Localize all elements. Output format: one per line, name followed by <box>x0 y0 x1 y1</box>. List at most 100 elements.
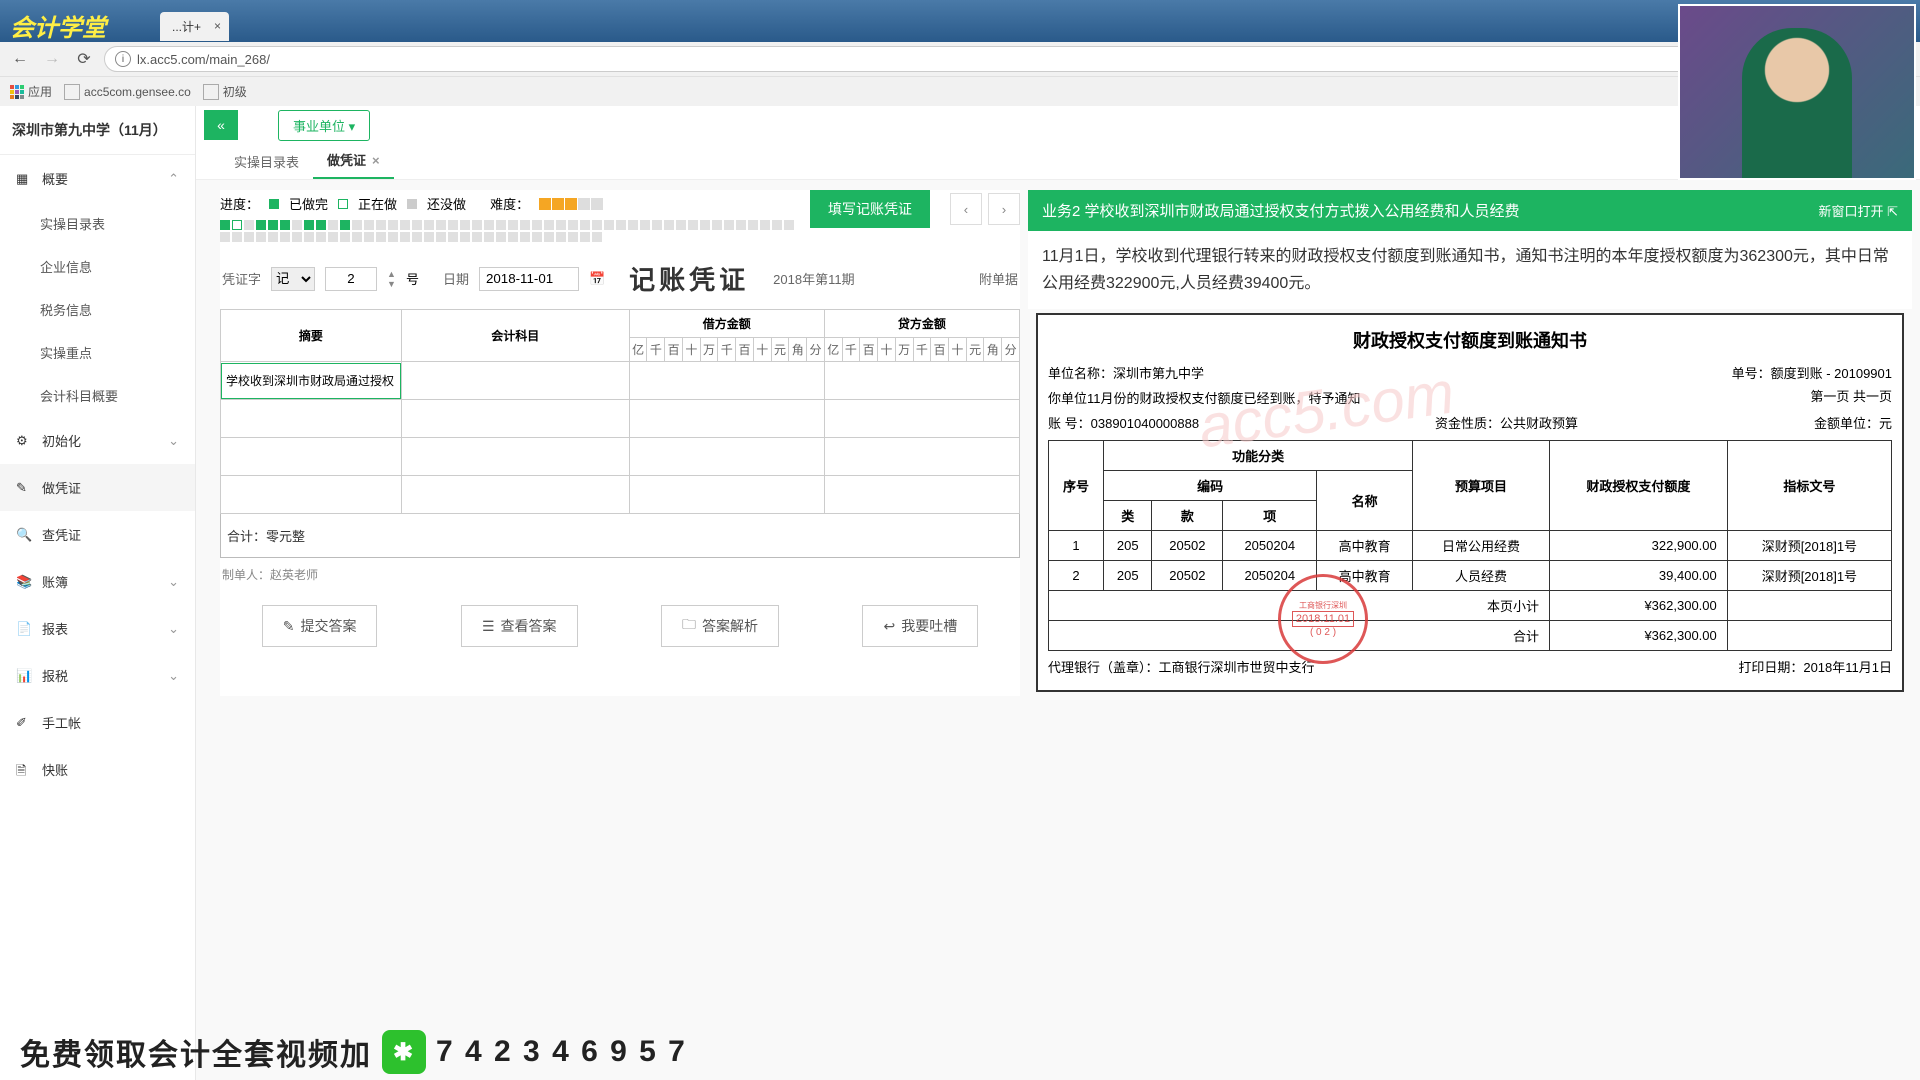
progress-square[interactable] <box>544 232 554 242</box>
sidebar-item-10[interactable]: 📄报表⌄ <box>0 605 195 652</box>
progress-square[interactable] <box>268 232 278 242</box>
progress-square[interactable] <box>340 232 350 242</box>
back-button[interactable]: ← <box>8 47 32 71</box>
progress-square[interactable] <box>424 220 434 230</box>
progress-square[interactable] <box>484 232 494 242</box>
progress-square[interactable] <box>412 232 422 242</box>
summary-input[interactable] <box>221 363 401 399</box>
progress-square[interactable] <box>724 220 734 230</box>
progress-square[interactable] <box>328 220 338 230</box>
page-tab-0[interactable]: 实操目录表 <box>220 144 313 179</box>
progress-square[interactable] <box>592 220 602 230</box>
progress-square[interactable] <box>628 220 638 230</box>
progress-square[interactable] <box>280 220 290 230</box>
progress-square[interactable] <box>232 220 242 230</box>
sidebar-item-4[interactable]: 实操重点 <box>0 331 195 374</box>
sidebar-item-13[interactable]: 🗎快账 <box>0 746 195 793</box>
progress-square[interactable] <box>436 220 446 230</box>
progress-square[interactable] <box>280 232 290 242</box>
progress-square[interactable] <box>352 232 362 242</box>
progress-square[interactable] <box>316 232 326 242</box>
progress-square[interactable] <box>292 220 302 230</box>
progress-square[interactable] <box>772 220 782 230</box>
progress-square[interactable] <box>316 220 326 230</box>
apps-shortcut[interactable]: 应用 <box>10 83 52 100</box>
progress-square[interactable] <box>556 220 566 230</box>
progress-square[interactable] <box>508 220 518 230</box>
progress-square[interactable] <box>568 220 578 230</box>
stepper-up-icon[interactable]: ▲ <box>387 269 396 279</box>
sidebar-item-6[interactable]: ⚙初始化⌄ <box>0 417 195 464</box>
progress-square[interactable] <box>712 220 722 230</box>
sidebar-item-12[interactable]: ✐手工帐 <box>0 699 195 746</box>
date-input[interactable] <box>479 267 579 291</box>
submit-button[interactable]: ✎提交答案 <box>262 605 378 647</box>
progress-square[interactable] <box>268 220 278 230</box>
progress-square[interactable] <box>748 220 758 230</box>
progress-square[interactable] <box>376 232 386 242</box>
progress-square[interactable] <box>340 220 350 230</box>
progress-square[interactable] <box>304 232 314 242</box>
progress-square[interactable] <box>388 220 398 230</box>
reload-button[interactable]: ⟳ <box>72 47 96 71</box>
progress-square[interactable] <box>256 220 266 230</box>
close-icon[interactable]: × <box>372 153 380 168</box>
progress-square[interactable] <box>676 220 686 230</box>
sidebar-item-8[interactable]: 🔍查凭证 <box>0 511 195 558</box>
progress-square[interactable] <box>412 220 422 230</box>
progress-square[interactable] <box>436 232 446 242</box>
progress-square[interactable] <box>496 220 506 230</box>
stepper-down-icon[interactable]: ▼ <box>387 279 396 289</box>
collapse-sidebar-button[interactable]: « <box>204 110 238 140</box>
progress-square[interactable] <box>304 220 314 230</box>
progress-square[interactable] <box>244 232 254 242</box>
bookmark-chuji[interactable]: 初级 <box>203 83 247 100</box>
feedback-button[interactable]: ↩我要吐槽 <box>862 605 978 647</box>
progress-square[interactable] <box>328 232 338 242</box>
progress-square[interactable] <box>472 220 482 230</box>
progress-square[interactable] <box>556 232 566 242</box>
progress-square[interactable] <box>364 220 374 230</box>
progress-square[interactable] <box>616 220 626 230</box>
progress-square[interactable] <box>400 220 410 230</box>
progress-square[interactable] <box>472 232 482 242</box>
progress-square[interactable] <box>220 220 230 230</box>
site-info-icon[interactable]: i <box>115 51 131 67</box>
progress-square[interactable] <box>244 220 254 230</box>
open-new-window[interactable]: 新窗口打开 ⇱ <box>1818 201 1898 220</box>
url-input[interactable]: i lx.acc5.com/main_268/ <box>104 46 1912 72</box>
fill-voucher-button[interactable]: 填写记账凭证 <box>810 190 930 228</box>
sidebar-item-0[interactable]: ▦概要⌃ <box>0 155 195 202</box>
progress-square[interactable] <box>520 220 530 230</box>
progress-square[interactable] <box>376 220 386 230</box>
progress-square[interactable] <box>496 232 506 242</box>
progress-square[interactable] <box>232 232 242 242</box>
video-overlay[interactable] <box>1678 4 1916 180</box>
sidebar-item-9[interactable]: 📚账簿⌄ <box>0 558 195 605</box>
progress-square[interactable] <box>688 220 698 230</box>
progress-square[interactable] <box>352 220 362 230</box>
progress-square[interactable] <box>220 232 230 242</box>
progress-square[interactable] <box>664 220 674 230</box>
progress-square[interactable] <box>460 232 470 242</box>
progress-square[interactable] <box>640 220 650 230</box>
progress-square[interactable] <box>568 232 578 242</box>
view-answer-button[interactable]: ☰查看答案 <box>461 605 578 647</box>
progress-square[interactable] <box>364 232 374 242</box>
progress-square[interactable] <box>448 232 458 242</box>
progress-square[interactable] <box>592 232 602 242</box>
progress-square[interactable] <box>532 220 542 230</box>
sidebar-item-11[interactable]: 📊报税⌄ <box>0 652 195 699</box>
bookmark-gensee[interactable]: acc5com.gensee.co <box>64 84 191 100</box>
sidebar-item-3[interactable]: 税务信息 <box>0 288 195 331</box>
explain-button[interactable]: 🗀答案解析 <box>661 605 779 647</box>
org-type-dropdown[interactable]: 事业单位 ▾ <box>278 110 370 141</box>
cert-no-input[interactable] <box>325 267 377 291</box>
progress-square[interactable] <box>700 220 710 230</box>
progress-square[interactable] <box>460 220 470 230</box>
progress-square[interactable] <box>544 220 554 230</box>
progress-square[interactable] <box>580 232 590 242</box>
progress-square[interactable] <box>736 220 746 230</box>
progress-square[interactable] <box>424 232 434 242</box>
cert-type-select[interactable]: 记 <box>271 267 315 291</box>
